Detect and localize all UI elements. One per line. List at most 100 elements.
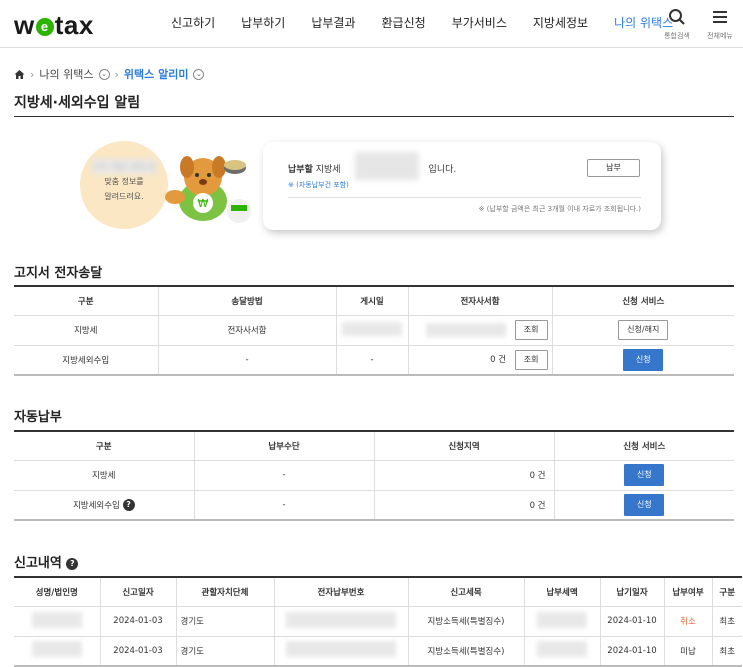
nav-report[interactable]: 신고하기	[158, 0, 228, 48]
means-cell: -	[194, 490, 375, 521]
col-header: 납부여부	[664, 576, 713, 607]
reports-table: 성명/법인명 신고일자 관할자치단체 전자납부번호 신고세목 납부세액 납기일자…	[14, 576, 742, 667]
col-header: 구분	[14, 430, 195, 461]
main-nav: 신고하기 납부하기 납부결과 환급신청 부가서비스 지방세정보 나의 위택스	[158, 0, 686, 48]
col-header: 전자납부번호	[274, 576, 409, 607]
view-button[interactable]: 조회	[514, 320, 548, 340]
redacted-count	[426, 322, 507, 337]
divider	[14, 116, 734, 117]
top-header: w e tax 신고하기 납부하기 납부결과 환급신청 부가서비스 지방세정보 나의…	[0, 0, 743, 48]
col-header: 게시일	[336, 285, 409, 316]
col-header: 전자사서함	[408, 285, 553, 316]
service-cell: 신청	[554, 460, 734, 491]
redacted-number	[286, 641, 396, 658]
mailbox-cell: 0 건 조회	[408, 345, 553, 376]
table-row: 지방세 전자사서함 조회 신청/해지	[14, 315, 734, 346]
apply-button[interactable]: 신청	[624, 493, 665, 516]
redacted-amount	[537, 641, 587, 658]
col-header: 성명/법인명	[14, 576, 101, 607]
table-row: 지방세 - 0 건 신청	[14, 460, 734, 491]
table-row: 2024-01-03 경기도 지방소득세(특별징수) 2024-01-10 미납…	[14, 636, 742, 667]
reports-title: 신고내역 ?	[14, 552, 79, 571]
redacted-number	[286, 611, 396, 628]
nav-payment-result[interactable]: 납부결과	[298, 0, 368, 48]
service-cell: 신청/해지	[552, 315, 734, 346]
redacted-date	[342, 321, 402, 336]
auto-pay-note: ※ (자동납부건 포함)	[288, 181, 349, 189]
kind-cell: 최초	[712, 606, 742, 637]
chevron-down-icon[interactable]: ⌄	[98, 68, 110, 80]
menu-caption: 전체메뉴	[707, 32, 733, 40]
chevron-right-icon: ›	[114, 67, 119, 81]
col-header: 신청지역	[374, 430, 555, 461]
help-icon[interactable]: ?	[66, 558, 79, 570]
promo-line: 고지, 체납, 환급 등	[91, 159, 157, 174]
promo-line: 알려드려요.	[104, 192, 144, 201]
date-cell: 2024-01-03	[100, 636, 177, 667]
col-header: 납부수단	[194, 430, 375, 461]
page-title: 지방세·세외수입 알림	[14, 95, 141, 111]
auto-pay-table: 구분 납부수단 신청지역 신청 서비스 지방세 - 0 건 신청 지방세외수입 …	[14, 430, 734, 521]
col-header: 신고세목	[408, 576, 525, 607]
period-note: ※ (납부할 금액은 최근 3개월 이내 자료가 조회됩니다.)	[478, 205, 641, 213]
col-header: 납기일자	[600, 576, 665, 607]
svg-text:₩: ₩	[198, 197, 209, 210]
service-cell: 신청	[552, 345, 734, 376]
col-header: 납부세액	[524, 576, 601, 607]
apply-button[interactable]: 신청	[624, 464, 665, 486]
type-cell: 지방세외수입 ?	[14, 490, 195, 521]
home-icon[interactable]	[14, 69, 25, 80]
breadcrumb-current[interactable]: 위택스 알리미	[124, 66, 189, 82]
region-cell: 0 건	[374, 490, 555, 521]
tax-item-cell: 지방소득세(특별징수)	[408, 606, 525, 637]
payment-due-text: 납부할 지방세 입니다.	[288, 165, 457, 175]
chevron-down-icon[interactable]: ⌄	[193, 68, 205, 80]
apply-cancel-button[interactable]: 신청/해지	[618, 320, 669, 340]
auto-pay-title: 자동납부	[14, 410, 62, 425]
type-cell: 지방세	[14, 315, 159, 346]
region-cell: 0 건	[374, 460, 555, 491]
nav-refund[interactable]: 환급신청	[369, 0, 439, 48]
date-cell	[336, 315, 409, 346]
date-cell: 2024-01-03	[100, 606, 177, 637]
help-icon[interactable]: ?	[122, 498, 135, 511]
amount-cell	[524, 606, 601, 637]
nav-local-tax-info[interactable]: 지방세정보	[520, 0, 601, 48]
col-header: 구분	[712, 576, 742, 607]
payment-alert-card: 납부할 지방세 입니다. ※ (자동납부건 포함) 납부 ※ (납부할 금액은 최…	[263, 142, 661, 230]
gov-cell: 경기도	[176, 636, 275, 667]
col-header: 구분	[14, 285, 159, 316]
type-label: 지방세외수입	[72, 500, 120, 511]
method-cell: 전자사서함	[158, 315, 337, 346]
promo-bubble: 고지, 체납, 환급 등 맞춤 정보를 알려드려요.	[80, 141, 168, 229]
gov-cell: 경기도	[176, 606, 275, 637]
col-header: 신청 서비스	[554, 430, 734, 461]
due-date-cell: 2024-01-10	[600, 636, 665, 667]
promo-line: 맞춤 정보를	[104, 177, 144, 186]
apply-button[interactable]: 신청	[623, 348, 664, 371]
pay-button[interactable]: 납부	[587, 159, 640, 177]
amount-cell	[524, 636, 601, 667]
due-date-cell: 2024-01-10	[600, 606, 665, 637]
breadcrumb-parent[interactable]: 나의 위택스	[39, 66, 93, 82]
name-cell	[14, 606, 101, 637]
breadcrumb: › 나의 위택스 ⌄ › 위택스 알리미 ⌄	[14, 66, 205, 82]
redacted-amount	[537, 611, 587, 628]
col-header: 신청 서비스	[552, 285, 734, 316]
date-cell: -	[336, 345, 409, 376]
status-cell: 취소	[664, 606, 713, 637]
chevron-right-icon: ›	[30, 67, 35, 81]
nav-payment[interactable]: 납부하기	[228, 0, 298, 48]
search-button[interactable]: 통합검색	[660, 8, 694, 41]
menu-button[interactable]: 전체메뉴	[703, 8, 737, 41]
col-header: 신고일자	[100, 576, 177, 607]
count-value: 0 건	[490, 354, 507, 365]
nav-extra-services[interactable]: 부가서비스	[439, 0, 520, 48]
search-caption: 통합검색	[664, 32, 690, 40]
wetax-logo[interactable]: w e tax	[14, 10, 94, 41]
type-cell: 지방세외수입	[14, 345, 159, 376]
col-header: 송달방법	[158, 285, 337, 316]
redacted-name	[31, 611, 82, 628]
name-cell	[14, 636, 101, 667]
view-button[interactable]: 조회	[514, 349, 548, 370]
